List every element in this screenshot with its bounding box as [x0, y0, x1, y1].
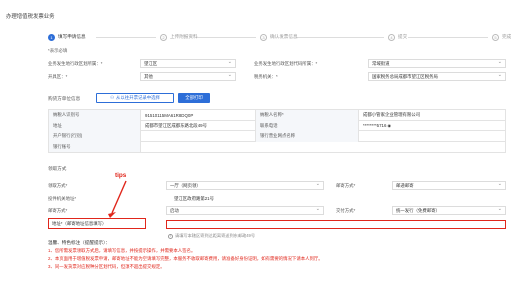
tax-office-label: 税务机关：*	[254, 74, 278, 79]
tips-annotation: tips	[115, 172, 127, 179]
receive-method-label: 领取方式*	[48, 183, 68, 188]
post-method-label: 邮寄方式*	[48, 208, 68, 213]
table-header-cell: 纳税人名称*	[255, 110, 359, 121]
table-header-cell: 纳税人识别号	[49, 110, 141, 121]
table-value-cell	[141, 142, 507, 153]
tips-arrow-icon	[108, 180, 127, 218]
table-value-cell: 91510115MA61R8DQ0P	[145, 112, 194, 118]
region-label: 业务发生地行政区划所属：*	[48, 61, 103, 66]
import-history-button[interactable]: ⚇ 从以往开票记录中选择	[96, 93, 174, 103]
table-value-cell	[359, 131, 507, 142]
step-upload[interactable]: 2 上传附报资料	[160, 32, 198, 42]
delivery-address-label: 投件机关地址*	[48, 196, 77, 201]
table-header-cell: 银行账号	[49, 141, 141, 153]
region-select[interactable]: 望江区	[140, 59, 236, 68]
step-number: 1	[48, 33, 55, 41]
step-connector	[408, 36, 488, 38]
step-label: 提交	[398, 34, 408, 39]
table-header-cell: 地址	[49, 120, 141, 132]
address-label-highlight: 地址*（邮寄地址信息填写）	[48, 218, 146, 229]
receive-section-title: 领取方式	[48, 166, 67, 171]
address-hint-text: 请填写本辖区寄到达距离寄送到东邮政49号	[175, 233, 256, 238]
print-all-button[interactable]: 全部打印	[178, 93, 210, 103]
step-connector	[96, 36, 156, 38]
step-fill-application[interactable]: 1 填写申请信息	[48, 32, 86, 42]
buyer-section-title: 购货方单位信息	[48, 96, 81, 101]
info-icon: i	[168, 233, 173, 239]
table-header-cell: 银行营业网点名称	[255, 131, 359, 142]
receive-method-select[interactable]: 一厅（网页领）	[166, 181, 324, 190]
table-row: 地址 成都市望江区成都东路北段49号 联系电话 ********5716 ◉	[49, 120, 507, 132]
page-title: 办理增值税发票业务	[6, 14, 55, 20]
buyer-info-table: 纳税人识别号 91510115MA61R8DQ0P 纳税人名称* 成都小管家企业…	[48, 109, 507, 154]
mail-method-label: 邮寄方式*	[336, 183, 356, 188]
user-icon: ⚇	[110, 95, 114, 100]
step-label: 确认发票信息	[270, 34, 298, 39]
issue-area-select[interactable]: 其他	[140, 72, 236, 81]
note-item: 2、本页面用于增值税发票申请，邮寄地址不能为空请填写完整，本服务不收取邮寄费用，…	[48, 256, 323, 261]
table-row: 开户银行(行别) 银行营业网点名称	[49, 131, 505, 142]
step-label: 填写申请信息	[58, 34, 86, 39]
tax-office-select[interactable]: 国家税务总局成都市望江区税务局	[368, 72, 506, 81]
step-number: 4	[388, 33, 395, 41]
table-value-cell	[141, 131, 255, 142]
delivery-mode-label: 交付方式*	[336, 208, 356, 213]
issue-area-label: 开具区：*	[48, 74, 68, 79]
notes-title: 温馨、特色标注（提醒提示）：	[48, 240, 111, 245]
step-connector	[296, 36, 384, 38]
form-row: 开具区：* 其他 税务机关：* 国家税务总局成都市望江区税务局	[48, 72, 508, 81]
step-number: 3	[260, 33, 267, 41]
note-item: 1、您所需发票领取方式后，请填写信息，并按提示操作，并需要本人签名。	[48, 248, 196, 253]
step-connector	[196, 36, 256, 38]
form-row: 业务发生地行政区划所属：* 望江区 业务发生地行政区划代码所属：* 常域街道	[48, 59, 508, 68]
step-label: 完成	[502, 34, 512, 39]
phone-value: ********5716	[363, 123, 387, 129]
table-header-cell: 联系电话	[255, 120, 359, 132]
import-history-label: 从以往开票记录中选择	[116, 95, 160, 100]
delivery-mode-select[interactable]: 统一发行（免费邮寄）	[392, 206, 506, 215]
table-row: 银行账号	[49, 141, 507, 153]
table-header-cell: 开户银行(行别)	[49, 131, 141, 142]
table-value-cell: 成都小管家企业管理有限公司	[363, 112, 421, 118]
mailing-address-label: 地址*（邮寄地址信息填写）	[52, 221, 107, 226]
step-label: 上传附报资料	[170, 34, 198, 39]
mailing-address-input[interactable]	[166, 220, 506, 229]
required-note: *表示必填	[48, 48, 68, 53]
mail-method-select[interactable]: 邮递邮寄	[392, 181, 506, 190]
step-number: 2	[160, 33, 167, 41]
eye-icon[interactable]: ◉	[387, 123, 391, 128]
note-item: 3、同一发货票对应税种分区划代码，但须不超出提交规定。	[48, 264, 165, 269]
step-submit[interactable]: 4 提交	[388, 32, 407, 42]
step-number: 5	[492, 33, 499, 41]
progress-steps: 1 填写申请信息 2 上传附报资料 3 确认发票信息 4 提交 5 完成	[48, 32, 512, 42]
table-value-cell: ********5716 ◉	[359, 121, 507, 132]
district-select[interactable]: 常域街道	[368, 59, 506, 68]
step-complete[interactable]: 5 完成	[492, 32, 511, 42]
table-row: 纳税人识别号 91510115MA61R8DQ0P 纳税人名称* 成都小管家企业…	[49, 110, 505, 121]
post-method-select[interactable]: 启动	[166, 206, 324, 215]
step-confirm[interactable]: 3 确认发票信息	[260, 32, 298, 42]
district-label: 业务发生地行政区划代码所属：*	[254, 61, 318, 66]
table-value-cell: 成都市望江区成都东路北段49号	[145, 122, 207, 128]
address-hint: i 请填写本辖区寄到达距离寄送到东邮政49号	[168, 233, 255, 239]
delivery-address-value: 望江区政府路第21号	[174, 196, 215, 201]
